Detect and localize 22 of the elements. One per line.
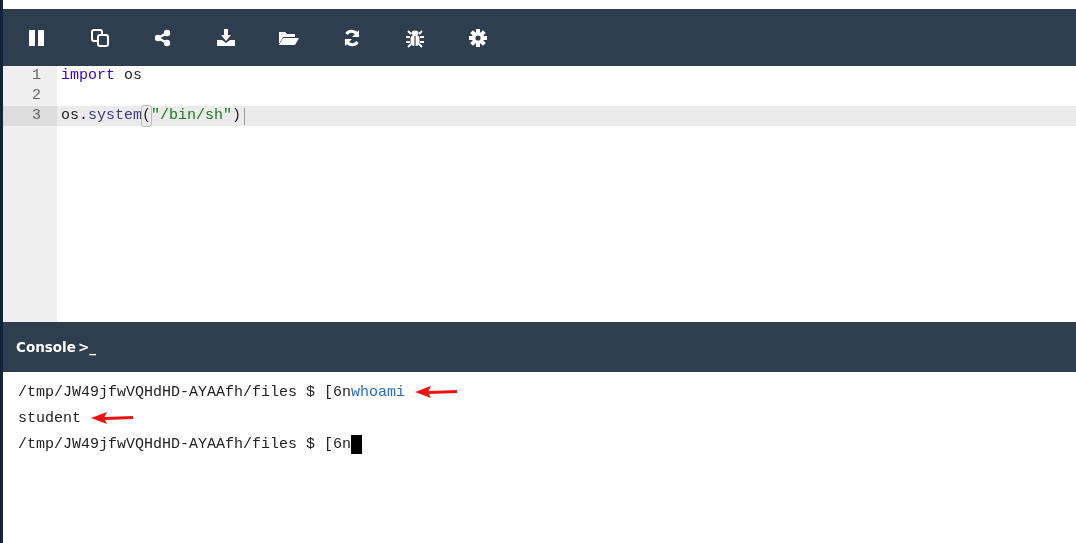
line-number: 1	[31, 66, 42, 86]
download-icon	[216, 28, 236, 47]
code-line: import os	[60, 66, 144, 86]
line-number: 2	[31, 86, 42, 106]
bug-icon	[405, 27, 425, 48]
console-line: student	[18, 409, 81, 427]
folder-icon	[278, 29, 300, 46]
console-title: Console	[16, 339, 76, 355]
console-line: /tmp/JW49jfwVQHdHD-AYAAfh/files $ [6nwhoami	[18, 383, 406, 401]
refresh-icon	[342, 27, 362, 48]
line-number: 3	[3, 106, 57, 126]
share-icon	[154, 28, 172, 47]
code-editor[interactable]: 1 2 3 import os os.system("/bin/sh")	[3, 66, 1076, 322]
terminal-cursor	[351, 434, 363, 454]
console-output[interactable]: /tmp/JW49jfwVQHdHD-AYAAfh/files $ [6nwhoami student /tmp/JW49jfwVQHdHD-AYAAfh/files $ [6n	[3, 372, 1076, 457]
copy-icon	[90, 27, 110, 48]
pause-icon	[28, 28, 46, 47]
annotation-arrow	[91, 412, 133, 424]
prompt-glyph: >_	[77, 339, 96, 355]
annotation-arrow	[415, 386, 458, 398]
console-line: /tmp/JW49jfwVQHdHD-AYAAfh/files $ [6n	[18, 435, 352, 453]
settings-icon	[469, 28, 487, 47]
